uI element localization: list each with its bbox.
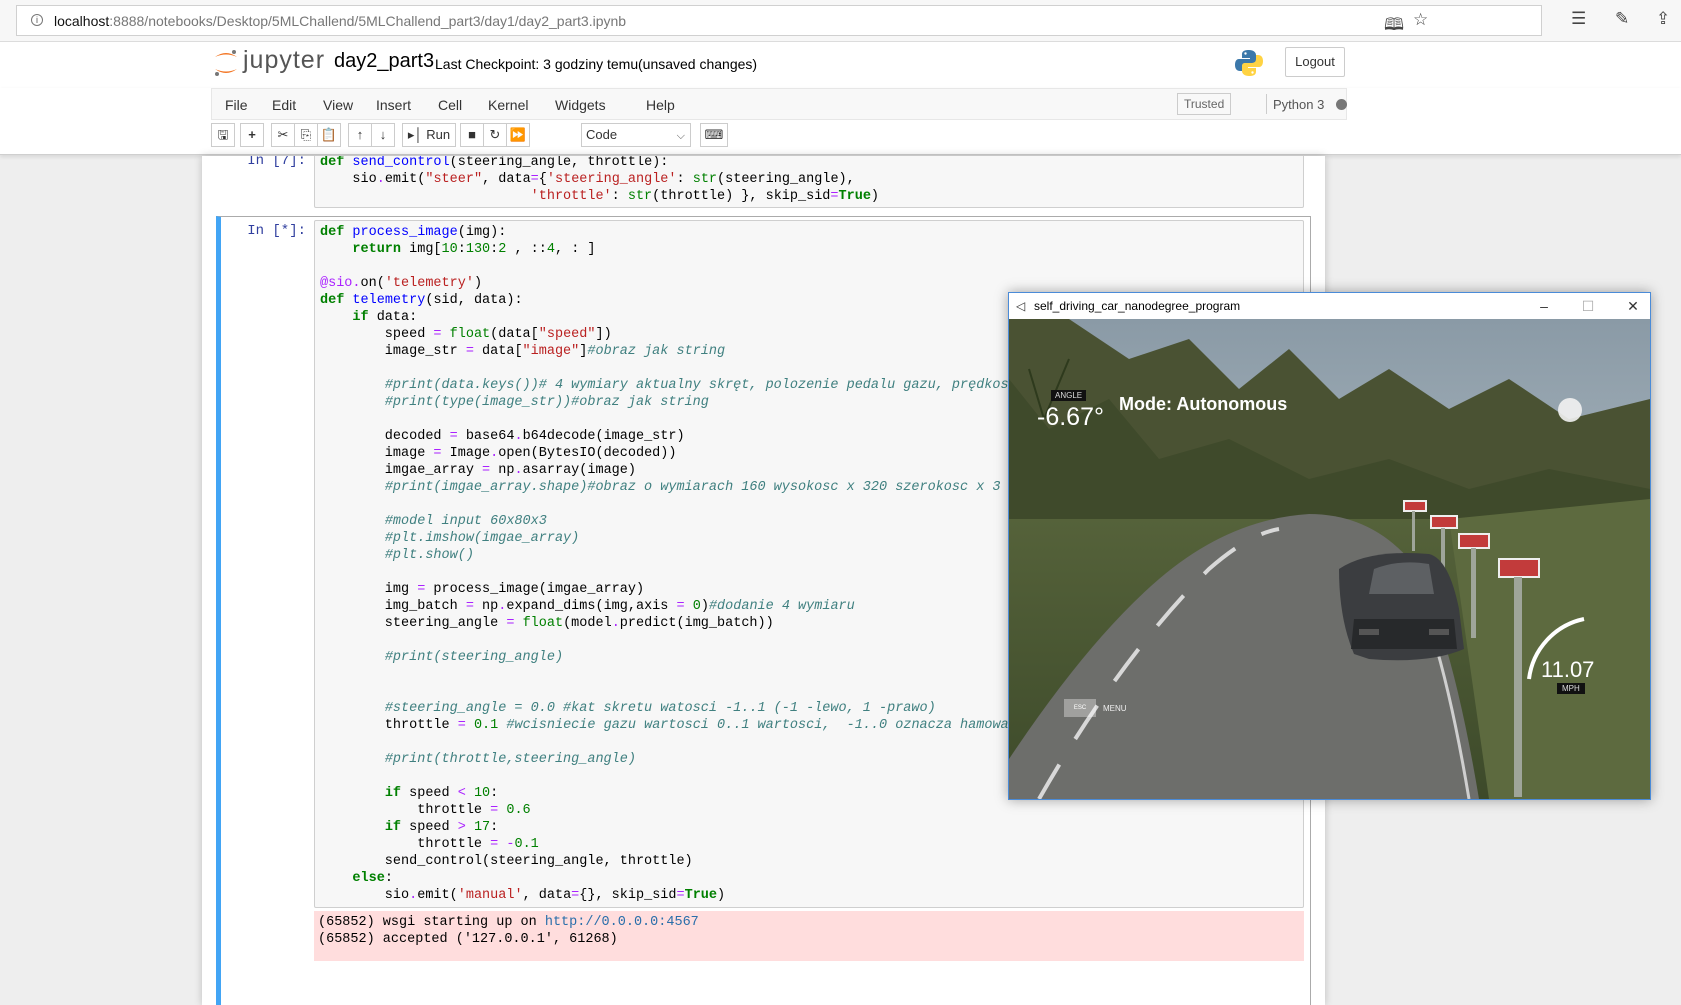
pen-icon[interactable]: ✎ xyxy=(1615,9,1629,29)
logout-button[interactable]: Logout xyxy=(1285,47,1345,77)
cell-prompt: In [*]: xyxy=(247,223,306,239)
menu-file[interactable]: File xyxy=(225,97,248,113)
unsaved-status: (unsaved changes) xyxy=(638,56,758,72)
unity-icon: ◁ xyxy=(1016,299,1026,313)
reading-view-icon[interactable]: 🕮 xyxy=(1384,12,1404,41)
cell-output: (65852) wsgi starting up on http://0.0.0… xyxy=(314,911,1304,961)
run-label: Run xyxy=(426,127,451,142)
steering-angle-value: -6.67° xyxy=(1037,403,1104,431)
divider xyxy=(1266,94,1267,114)
cell-prompt: In [7]: xyxy=(247,156,306,169)
run-button[interactable]: ▸│ Run xyxy=(402,123,456,147)
move-down-icon[interactable]: ↓ xyxy=(371,123,395,147)
favorite-star-icon[interactable]: ☆ xyxy=(1413,10,1428,30)
minimize-icon[interactable]: – xyxy=(1529,295,1559,317)
window-titlebar[interactable]: ◁ self_driving_car_nanodegree_program – … xyxy=(1009,293,1650,319)
maximize-icon[interactable]: ☐ xyxy=(1573,295,1603,317)
speed-value: 11.07 xyxy=(1541,657,1595,682)
add-cell-icon[interactable]: + xyxy=(240,123,264,147)
angle-label: ANGLE xyxy=(1051,390,1087,401)
fast-forward-icon[interactable]: ⏩ xyxy=(506,123,530,147)
menubar: File Edit View Insert Cell Kernel Widget… xyxy=(211,88,1347,120)
address-bar[interactable]: i localhost:8888/notebooks/Desktop/5MLCh… xyxy=(16,5,1542,36)
cell-type-select[interactable]: Code ⌵ xyxy=(581,123,691,147)
save-icon[interactable]: 🖫 xyxy=(211,123,235,147)
interrupt-icon[interactable]: ■ xyxy=(460,123,484,147)
esc-button[interactable]: ESC xyxy=(1064,699,1096,717)
menu-help[interactable]: Help xyxy=(646,97,675,113)
url-text[interactable]: localhost:8888/notebooks/Desktop/5MLChal… xyxy=(54,13,626,29)
code-text[interactable]: def send_control(steering_angle, throttl… xyxy=(315,156,1303,210)
kernel-busy-icon xyxy=(1336,99,1347,110)
menu-widgets[interactable]: Widgets xyxy=(555,97,606,113)
jupyter-logo-text[interactable]: jupyter xyxy=(243,46,325,75)
jupyter-logo-icon[interactable] xyxy=(213,48,239,78)
notebook-name[interactable]: day2_part3 xyxy=(334,50,434,73)
menubar-container: File Edit View Insert Cell Kernel Widget… xyxy=(0,88,1681,155)
menu-edit[interactable]: Edit xyxy=(272,97,296,113)
url-host: localhost xyxy=(54,13,110,29)
checkpoint-status: Last Checkpoint: 3 godziny temu xyxy=(435,56,639,72)
cell-editor[interactable]: def send_control(steering_angle, throttl… xyxy=(314,156,1304,208)
python-logo-icon xyxy=(1235,50,1263,76)
menu-button[interactable]: MENU xyxy=(1103,704,1127,713)
menu-insert[interactable]: Insert xyxy=(376,97,411,113)
output-link[interactable]: http://0.0.0.0:4567 xyxy=(545,915,699,930)
code-cell[interactable]: In [7]: def send_control(steering_angle,… xyxy=(216,156,1311,208)
output-line: (65852) wsgi starting up on xyxy=(318,915,545,930)
url-path: :8888/notebooks/Desktop/5MLChallend/5MLC… xyxy=(109,13,627,29)
close-icon[interactable]: ✕ xyxy=(1618,295,1648,317)
simulator-window[interactable]: ◁ self_driving_car_nanodegree_program – … xyxy=(1008,292,1651,800)
favorites-list-icon[interactable]: ☰ xyxy=(1571,9,1586,29)
trusted-indicator[interactable]: Trusted xyxy=(1177,93,1232,115)
menu-cell[interactable]: Cell xyxy=(438,97,462,113)
simulator-viewport[interactable]: ANGLE -6.67° Mode: Autonomous 11.07 MPH … xyxy=(1009,319,1650,799)
driving-scene-image xyxy=(1009,319,1650,799)
cut-icon[interactable]: ✂ xyxy=(271,123,295,147)
info-icon[interactable]: i xyxy=(31,14,43,26)
keyboard-icon[interactable]: ⌨ xyxy=(700,123,728,147)
share-icon[interactable]: ⇪ xyxy=(1656,9,1670,29)
browser-toolbar: i localhost:8888/notebooks/Desktop/5MLCh… xyxy=(0,0,1681,42)
cell-type-value: Code xyxy=(586,127,618,142)
kernel-name[interactable]: Python 3 xyxy=(1273,97,1324,112)
restart-icon[interactable]: ↻ xyxy=(483,123,507,147)
copy-icon[interactable]: ⎘ xyxy=(294,123,318,147)
menu-view[interactable]: View xyxy=(323,97,353,113)
menu-kernel[interactable]: Kernel xyxy=(488,97,528,113)
move-up-icon[interactable]: ↑ xyxy=(348,123,372,147)
chevron-down-icon: ⌵ xyxy=(676,130,685,142)
jupyter-header: jupyter day2_part3 Last Checkpoint: 3 go… xyxy=(0,42,1681,88)
output-line: (65852) accepted ('127.0.0.1', 61268) xyxy=(318,932,618,947)
window-title: self_driving_car_nanodegree_program xyxy=(1034,299,1241,313)
drive-mode: Mode: Autonomous xyxy=(1119,394,1288,414)
paste-icon[interactable]: 📋 xyxy=(317,123,341,147)
output-text: (65852) wsgi starting up on http://0.0.0… xyxy=(314,911,1304,951)
step-forward-icon: ▸│ xyxy=(407,127,423,142)
speed-unit: MPH xyxy=(1557,683,1585,694)
